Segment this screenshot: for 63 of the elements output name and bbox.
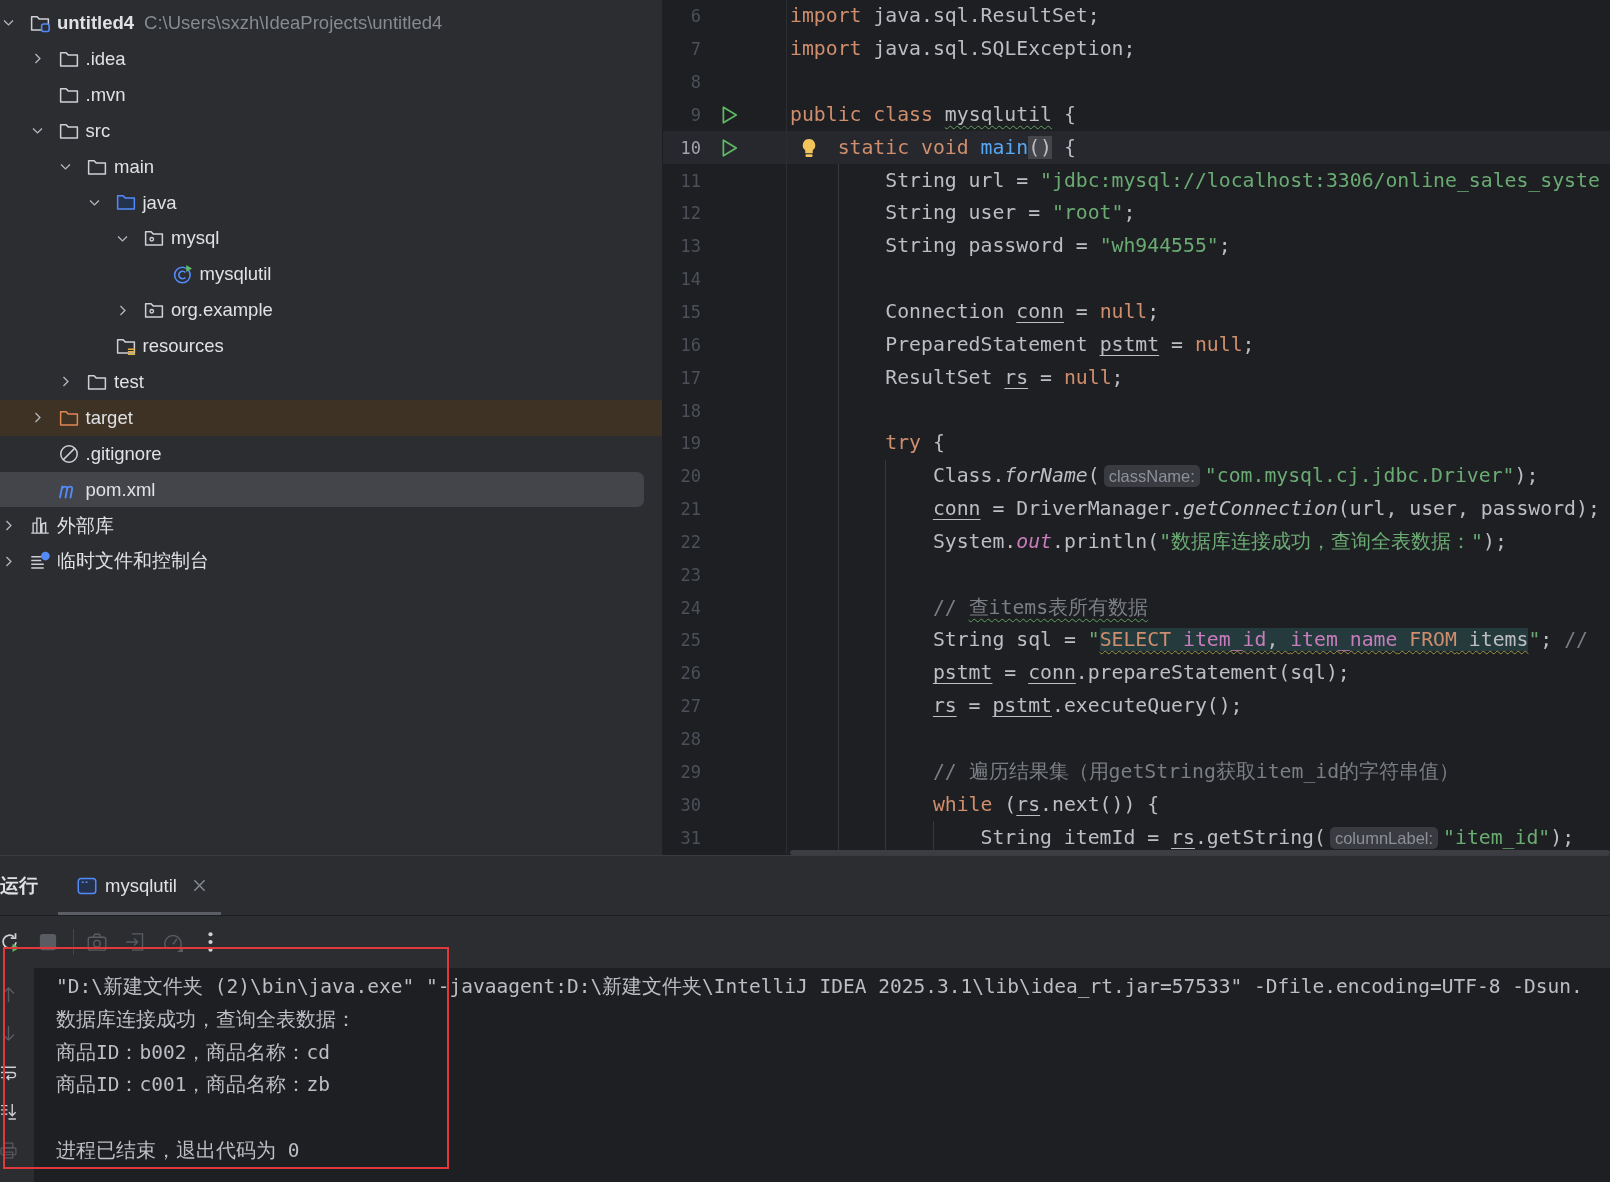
- console-line: 商品ID：c001，商品名称：zb: [56, 1072, 330, 1099]
- panel-title: 运行: [0, 873, 39, 898]
- scrollbar[interactable]: [790, 850, 1610, 855]
- package-icon: [144, 228, 164, 249]
- class-icon: [172, 264, 193, 285]
- line-number: 10: [679, 136, 701, 159]
- tree-item[interactable]: org.example: [0, 292, 662, 328]
- inlay-hint: columnLabel:: [1329, 826, 1439, 849]
- rerun-icon[interactable]: [0, 932, 20, 952]
- tree-item[interactable]: .idea: [0, 40, 662, 77]
- console-window-icon: [77, 875, 97, 896]
- inlay-hint: className:: [1103, 465, 1200, 488]
- library-icon: [30, 515, 50, 536]
- code-line: while (rs.next()) {: [932, 792, 1160, 817]
- code-line: conn = DriverManager.getConnection(url, user, password);: [932, 497, 1600, 522]
- tree-item[interactable]: resources: [0, 328, 662, 364]
- code-line: rs = pstmt.executeQuery();: [932, 694, 1243, 719]
- code-line: String user = "root";: [885, 201, 1136, 226]
- tree-item[interactable]: 临时文件和控制台: [0, 543, 662, 580]
- tree-item[interactable]: 外部库: [0, 507, 662, 544]
- close-icon[interactable]: [191, 878, 207, 893]
- code-line: import java.sql.SQLException;: [790, 37, 1136, 62]
- scratch-list-icon: [30, 551, 50, 572]
- tree-item[interactable]: .mvn: [0, 76, 662, 113]
- code-line: System.out.println("数据库连接成功，查询全表数据：");: [932, 529, 1507, 554]
- prohibited-icon: [58, 443, 79, 464]
- tree-item[interactable]: .gitignore: [0, 435, 662, 472]
- tree-item[interactable]: java: [0, 184, 662, 221]
- code-line: static void main() {: [837, 135, 1076, 160]
- tree-item[interactable]: target: [0, 399, 662, 436]
- tree-item[interactable]: src: [0, 112, 662, 149]
- code-line: PreparedStatement pstmt = null;: [885, 332, 1255, 357]
- code-line: ResultSet rs = null;: [885, 365, 1124, 390]
- more-icon[interactable]: [208, 932, 213, 952]
- tree-item[interactable]: test: [0, 363, 662, 400]
- code-line: String sql = "SELECT item_id, item_name FROM items"; //: [932, 628, 1588, 653]
- tree-item[interactable]: mysql: [0, 220, 662, 257]
- console-line: 商品ID：b002，商品名称：cd: [56, 1039, 330, 1066]
- console-line: 数据库连接成功，查询全表数据：: [56, 1006, 356, 1033]
- code-line: try {: [885, 431, 945, 456]
- folder-icon: [115, 192, 136, 213]
- code-line: String url = "jdbc:mysql://localhost:3306/online_sales_syste: [885, 168, 1600, 193]
- code-line: String password = "wh944555";: [885, 234, 1231, 259]
- code-line: "com.mysql.cj.jdbc.Driver");: [1204, 464, 1539, 489]
- wrap-icon[interactable]: [0, 1064, 17, 1081]
- code-line: pstmt = conn.prepareStatement(sql);: [932, 661, 1350, 686]
- tree-item[interactable]: main: [0, 148, 662, 185]
- code-line: "item_id");: [1443, 825, 1575, 850]
- code-line: public class mysqlutil {: [790, 102, 1076, 127]
- tree-item[interactable]: mysqlutil: [0, 256, 662, 293]
- code-line: // 遍历结果集（用getString获取item_id的字符串值）: [932, 759, 1460, 784]
- package-icon: [144, 300, 164, 321]
- run-tab[interactable]: mysqlutil: [58, 856, 221, 915]
- tree-item[interactable]: untitled4 C:\Users\sxzh\IdeaProjects\untitled4: [0, 5, 662, 41]
- tree-item[interactable]: pom.xml: [0, 471, 644, 508]
- arrow-to-bottom-icon[interactable]: [0, 1103, 17, 1120]
- code-line: String itemId = rs.getString(: [980, 825, 1326, 850]
- code-line: Class.forName(: [932, 464, 1100, 489]
- project-path: C:\Users\sxzh\IdeaProjects\untitled4: [144, 11, 443, 36]
- code-line: import java.sql.ResultSet;: [790, 4, 1100, 29]
- exit-message: 进程已结束，退出代码为 0: [56, 1138, 300, 1164]
- code-line: // 查items表所有数据: [932, 595, 1149, 620]
- code-line: Connection conn = null;: [885, 300, 1160, 324]
